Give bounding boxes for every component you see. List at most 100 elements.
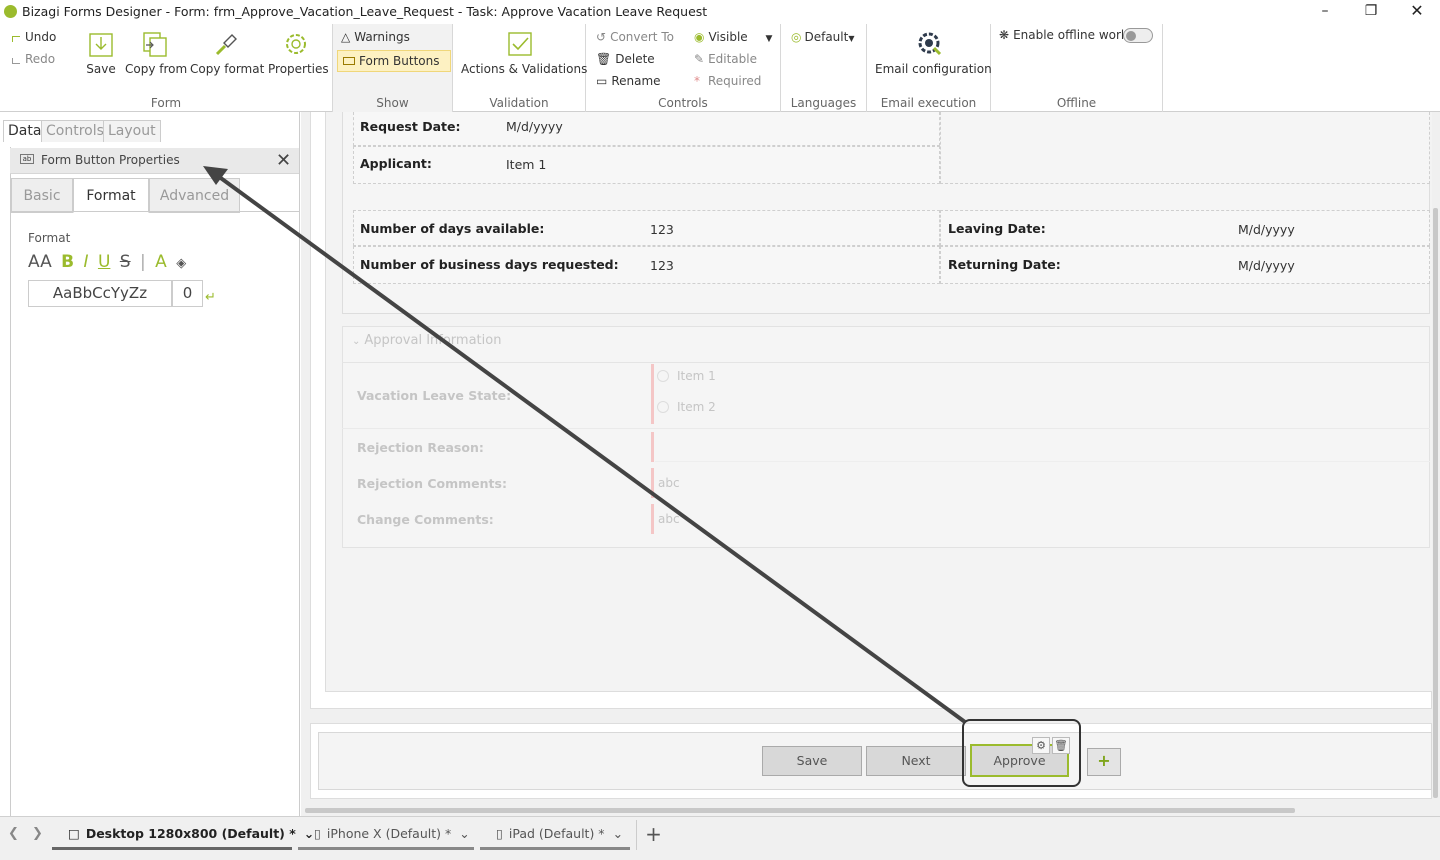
convert-icon: ↺ <box>596 30 607 44</box>
italic-icon[interactable]: I <box>84 252 89 272</box>
form-buttons-toggle[interactable]: Form Buttons <box>337 50 451 72</box>
warnings-label: Warnings <box>354 30 410 44</box>
copy-from-label: Copy from <box>125 62 188 76</box>
radio-item1-label: Item 1 <box>677 369 716 383</box>
radio-item1[interactable]: Item 1 <box>657 369 716 383</box>
form-next-button[interactable]: Next <box>866 746 966 776</box>
rename-label: Rename <box>611 74 661 88</box>
chevron-down-icon: ⌄ <box>352 336 361 347</box>
applicant-field[interactable]: Applicant: Item 1 <box>353 146 940 184</box>
group-label-offline: Offline <box>1056 96 1097 110</box>
leave-state-label: Vacation Leave State: <box>357 388 512 403</box>
properties-label: Properties <box>268 62 329 76</box>
chevron-left-icon[interactable]: ❮ <box>8 826 19 841</box>
applicant-value: Item 1 <box>506 157 547 172</box>
rename-button[interactable]: ▭ Rename <box>596 74 661 88</box>
font-color-icon[interactable]: A <box>155 252 167 272</box>
subtab-advanced[interactable]: Advanced <box>149 178 240 213</box>
horizontal-scrollbar[interactable] <box>305 808 1295 813</box>
checkbox-check-icon <box>508 32 532 56</box>
gear-icon[interactable]: ⚙ <box>1032 737 1050 754</box>
chevron-down-icon[interactable]: ⌄ <box>613 826 623 841</box>
language-dropdown[interactable]: ◎ Default▼ <box>791 30 855 44</box>
tab-layout[interactable]: Layout <box>103 120 161 142</box>
form-buttons-label: Form Buttons <box>359 54 440 68</box>
editable-button[interactable]: ✎ Editable <box>694 52 757 66</box>
actions-validations-button[interactable]: Actions & Validations <box>461 30 587 76</box>
tab-ipad[interactable]: ▯ iPad (Default) * ⌄ <box>480 822 630 850</box>
close-icon[interactable]: ✕ <box>276 150 291 171</box>
save-ribbon-button[interactable]: Save <box>86 30 116 76</box>
visible-button[interactable]: ◉ Visible ▼ <box>694 30 772 44</box>
tab-data[interactable]: Data <box>3 120 47 142</box>
trash-icon[interactable]: 🗑 <box>1052 737 1070 754</box>
divider <box>342 362 1430 363</box>
leaving-date-field[interactable]: Leaving Date: M/d/yyyy <box>940 210 1430 246</box>
delete-button[interactable]: 🗑 Delete <box>596 52 655 66</box>
group-label-validation: Validation <box>489 96 549 110</box>
days-available-field[interactable]: Number of days available: 123 <box>353 210 940 246</box>
font-size-input[interactable]: 0 <box>172 280 203 307</box>
tab-iphone[interactable]: ▯ iPhone X (Default) * ⌄ <box>298 822 474 850</box>
redo-button[interactable]: Redo <box>12 52 55 66</box>
visible-label: Visible <box>708 30 748 44</box>
tab-controls[interactable]: Controls <box>41 120 109 142</box>
monitor-icon: □ <box>68 826 80 841</box>
tab-desktop[interactable]: □ Desktop 1280x800 (Default) * ⌄ <box>52 822 314 850</box>
convert-to-button[interactable]: ↺ Convert To <box>596 30 674 44</box>
chevron-right-icon[interactable]: ❯ <box>32 826 43 841</box>
vertical-scrollbar[interactable] <box>1433 208 1438 798</box>
warnings-button[interactable]: △ Warnings <box>341 30 410 44</box>
font-size-icon[interactable]: AA <box>28 252 52 272</box>
chevron-down-icon: ▼ <box>848 34 855 43</box>
email-configuration-button[interactable]: Email configuration <box>875 30 992 76</box>
chevron-down-icon[interactable]: ⌄ <box>459 826 469 841</box>
bold-icon[interactable]: B <box>61 252 74 272</box>
subtab-basic[interactable]: Basic <box>11 178 73 213</box>
add-device-icon[interactable]: + <box>636 820 670 850</box>
undo-button[interactable]: Undo <box>12 30 56 44</box>
rejection-reason-input[interactable] <box>655 432 1430 462</box>
restore-button[interactable]: ❐ <box>1348 0 1394 24</box>
format-label: Format <box>28 231 71 245</box>
rejection-comments-input[interactable]: abc <box>658 476 680 490</box>
divider <box>342 428 1430 429</box>
required-marker <box>651 504 654 534</box>
convert-to-label: Convert To <box>610 30 674 44</box>
add-button-icon[interactable]: + <box>1087 748 1121 776</box>
radio-item2[interactable]: Item 2 <box>657 400 716 414</box>
required-button[interactable]: * Required <box>694 74 761 88</box>
strikethrough-icon[interactable]: S <box>120 252 131 272</box>
reset-format-icon[interactable]: ↵ <box>205 290 216 305</box>
offline-toggle[interactable] <box>1123 28 1153 43</box>
form-save-button[interactable]: Save <box>762 746 862 776</box>
request-date-value: M/d/yyyy <box>506 119 563 134</box>
globe-icon: ◎ <box>791 30 802 44</box>
days-available-value: 123 <box>650 222 674 237</box>
returning-date-field[interactable]: Returning Date: M/d/yyyy <box>940 246 1430 284</box>
copy-format-button[interactable]: Copy format <box>190 30 264 76</box>
email-configuration-label: Email configuration <box>875 62 992 76</box>
chevron-down-icon[interactable]: ▼ <box>766 34 773 44</box>
delete-label: Delete <box>615 52 655 66</box>
approval-group-title: Approval Information <box>364 333 502 348</box>
close-window-button[interactable]: ✕ <box>1394 0 1440 24</box>
minimize-button[interactable]: – <box>1302 0 1348 24</box>
group-label-show: Show <box>376 96 409 110</box>
bizagi-logo-icon <box>4 5 17 18</box>
properties-title: Form Button Properties <box>41 153 180 167</box>
fill-bucket-icon[interactable]: ◈ <box>176 256 186 271</box>
window-title: Bizagi Forms Designer - Form: frm_Approv… <box>22 4 708 19</box>
font-sample[interactable]: AaBbCcYyZz <box>28 280 172 307</box>
request-date-field[interactable]: Request Date: M/d/yyyy <box>353 112 940 146</box>
days-available-label: Number of days available: <box>360 221 545 236</box>
underline-icon[interactable]: U <box>98 252 110 272</box>
required-marker <box>651 364 654 424</box>
approval-group-header[interactable]: ⌄ Approval Information <box>352 333 501 348</box>
warning-icon: △ <box>341 30 351 44</box>
change-comments-input[interactable]: abc <box>658 512 680 526</box>
subtab-format[interactable]: Format <box>73 178 149 213</box>
properties-button[interactable]: Properties <box>268 30 329 76</box>
business-days-field[interactable]: Number of business days requested: 123 <box>353 246 940 284</box>
copy-from-button[interactable]: Copy from <box>125 30 188 76</box>
